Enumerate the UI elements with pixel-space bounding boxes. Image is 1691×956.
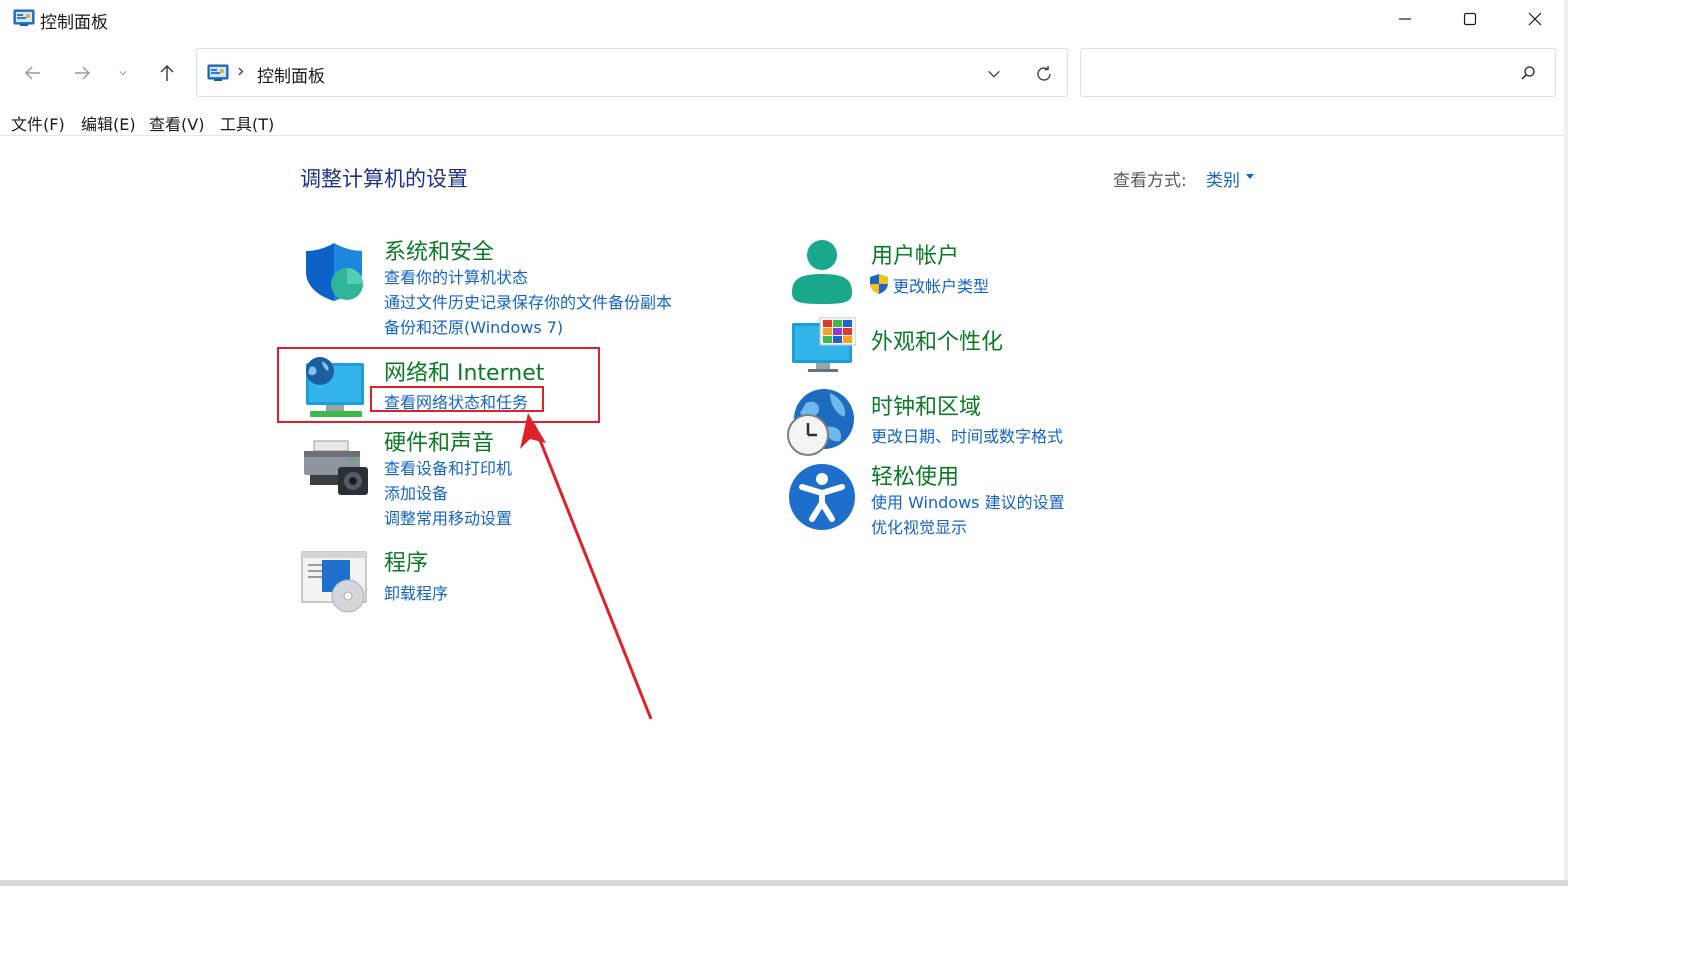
search-icon[interactable] bbox=[1519, 64, 1537, 82]
link-add-device[interactable]: 添加设备 bbox=[384, 480, 448, 504]
search-input[interactable] bbox=[1085, 59, 1505, 87]
search-box[interactable] bbox=[1080, 48, 1556, 97]
globe-clock-icon[interactable] bbox=[786, 387, 856, 457]
programs-disc-icon[interactable] bbox=[300, 550, 370, 614]
link-optimize-visual-display[interactable]: 优化视觉显示 bbox=[871, 514, 967, 538]
shield-icon[interactable] bbox=[302, 240, 366, 304]
link-devices-printers[interactable]: 查看设备和打印机 bbox=[384, 455, 512, 479]
link-windows-suggested-settings[interactable]: 使用 Windows 建议的设置 bbox=[871, 489, 1065, 513]
back-button[interactable] bbox=[17, 58, 49, 88]
maximize-icon bbox=[1463, 12, 1477, 26]
link-backup-restore[interactable]: 备份和还原(Windows 7) bbox=[384, 314, 563, 338]
menu-file[interactable]: 文件(F) bbox=[11, 111, 65, 135]
link-uninstall-program[interactable]: 卸载程序 bbox=[384, 580, 448, 604]
chevron-down-icon bbox=[119, 71, 127, 76]
printer-speaker-icon[interactable] bbox=[302, 439, 370, 497]
uac-shield-icon bbox=[870, 274, 888, 294]
menu-edit[interactable]: 编辑(E) bbox=[81, 111, 136, 135]
category-ease-of-access[interactable]: 轻松使用 bbox=[871, 459, 959, 491]
close-button[interactable] bbox=[1502, 0, 1568, 38]
window-border bbox=[1564, 0, 1568, 886]
accessibility-icon[interactable] bbox=[788, 463, 856, 531]
view-by-label: 查看方式: bbox=[1113, 171, 1187, 191]
minimize-icon bbox=[1399, 18, 1411, 20]
dropdown-caret-icon[interactable] bbox=[1246, 174, 1254, 179]
close-icon bbox=[1528, 12, 1542, 26]
annotation-highlight-link bbox=[370, 386, 544, 412]
menu-tools[interactable]: 工具(T) bbox=[220, 111, 274, 135]
control-panel-icon bbox=[13, 9, 35, 26]
taskbar-edge bbox=[0, 880, 1568, 886]
main-content: 调整计算机的设置 查看方式: 类别 系统和安全 查看你的计算机状态 通过文件历史… bbox=[0, 137, 1568, 881]
refresh-icon bbox=[1037, 66, 1051, 81]
monitor-palette-icon[interactable] bbox=[790, 317, 856, 373]
link-change-date-time-format[interactable]: 更改日期、时间或数字格式 bbox=[871, 423, 1063, 447]
arrow-up-icon bbox=[160, 64, 174, 81]
navigation-bar: › 控制面板 bbox=[0, 40, 1568, 106]
category-hardware-sound[interactable]: 硬件和声音 bbox=[384, 425, 494, 457]
page-title: 调整计算机的设置 bbox=[300, 167, 468, 191]
up-button[interactable] bbox=[151, 58, 183, 88]
link-file-history-backup[interactable]: 通过文件历史记录保存你的文件备份副本 bbox=[384, 289, 672, 313]
address-dropdown-button[interactable] bbox=[979, 61, 1009, 87]
link-change-account-type[interactable]: 更改帐户类型 bbox=[893, 273, 989, 297]
link-mobility-settings[interactable]: 调整常用移动设置 bbox=[384, 505, 512, 529]
address-bar[interactable]: › 控制面板 bbox=[196, 48, 1068, 97]
minimize-button[interactable] bbox=[1372, 0, 1438, 38]
title-bar: 控制面板 bbox=[0, 0, 1568, 38]
forward-button[interactable] bbox=[66, 58, 98, 88]
breadcrumb[interactable]: 控制面板 bbox=[257, 62, 325, 87]
category-appearance-personalization[interactable]: 外观和个性化 bbox=[871, 324, 1003, 356]
chevron-down-icon bbox=[988, 70, 1000, 78]
control-panel-icon bbox=[207, 64, 229, 81]
category-system-security[interactable]: 系统和安全 bbox=[384, 234, 494, 266]
category-clock-region[interactable]: 时钟和区域 bbox=[871, 389, 981, 421]
user-icon[interactable] bbox=[790, 238, 854, 306]
window-title: 控制面板 bbox=[40, 13, 108, 33]
view-by-dropdown[interactable]: 类别 bbox=[1206, 166, 1240, 191]
link-view-computer-status[interactable]: 查看你的计算机状态 bbox=[384, 264, 528, 288]
refresh-button[interactable] bbox=[1029, 61, 1059, 87]
menu-view[interactable]: 查看(V) bbox=[149, 111, 204, 135]
annotation-arrow-icon bbox=[520, 413, 653, 720]
arrow-right-icon bbox=[75, 66, 91, 80]
breadcrumb-separator[interactable]: › bbox=[237, 60, 245, 82]
menu-bar: 文件(F) 编辑(E) 查看(V) 工具(T) bbox=[0, 108, 1568, 136]
maximize-button[interactable] bbox=[1437, 0, 1503, 38]
recent-locations-button[interactable] bbox=[110, 58, 136, 88]
category-user-accounts[interactable]: 用户帐户 bbox=[871, 238, 959, 270]
category-programs[interactable]: 程序 bbox=[384, 545, 428, 577]
arrow-left-icon bbox=[24, 66, 40, 80]
